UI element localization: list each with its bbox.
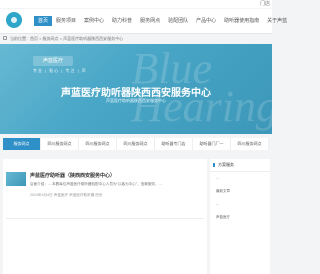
logo-icon[interactable] — [6, 12, 22, 28]
banner-tagline: 专业 | 贴心 | 专注 | 声 — [33, 68, 87, 73]
article-card[interactable]: 声蓝医疗助听器（陕西西安服务中心） 店面介绍：... 本着每位声蓝医疗助听器验配… — [30, 172, 206, 214]
sidebar-item[interactable]: 最新文章 — [210, 185, 270, 198]
nav-item-guide[interactable]: 助听器使用指南 — [220, 16, 263, 26]
divider — [6, 218, 204, 219]
article-thumbnail[interactable] — [6, 172, 26, 186]
banner-title: 声蓝医疗助听器陕西西安服务中心 — [61, 88, 211, 99]
top-bar: 门店 — [0, 0, 272, 8]
breadcrumb: 当前位置：首页 > 服务网点 > 声蓝医疗助听器陕西西安服务中心 — [0, 34, 272, 44]
category-tabs: 服务网点 四川服务网点 四川服务网点 四川服务网点 助听器专门店 助听器门厂一 … — [3, 138, 269, 150]
tab-outlets[interactable]: 服务网点 — [3, 138, 41, 150]
nav-item-products[interactable]: 产品中心 — [192, 16, 220, 26]
sidebar: 方案服务 ... 最新文章 ... 声蓝医疗 — [210, 159, 270, 274]
nav-item-home[interactable]: 首页 — [34, 16, 53, 26]
nav-item-team[interactable]: 验配团队 — [164, 16, 192, 26]
hero-banner: Blue Hearing 声蓝医疗 专业 | 贴心 | 专注 | 声 声蓝医疗助… — [0, 44, 272, 134]
article-desc: 店面介绍：... 本着每位声蓝医疗助听器验配中心人员为"以客为中心"，信赖服务，… — [30, 182, 162, 186]
home-icon[interactable] — [3, 36, 7, 40]
nav-menu: 首页 服务项目 案例中心 助力科普 服务网点 验配团队 产品中心 助听器使用指南… — [34, 16, 291, 26]
tab-factory[interactable]: 助听器门厂一 — [193, 138, 231, 150]
top-bar-text[interactable]: 门店 — [260, 0, 270, 7]
nav-item-about[interactable]: 关于声蓝 — [263, 16, 291, 26]
sidebar-item[interactable]: ... — [210, 198, 270, 211]
breadcrumb-text[interactable]: 当前位置：首页 > 服务网点 > 声蓝医疗助听器陕西西安服务中心 — [10, 36, 123, 42]
tab-sichuan-2[interactable]: 四川服务网点 — [79, 138, 117, 150]
tab-sichuan-1[interactable]: 四川服务网点 — [41, 138, 79, 150]
sidebar-item[interactable]: ... — [210, 172, 270, 185]
tab-sichuan-4[interactable]: 四川服务网点 — [231, 138, 269, 150]
main-nav: 首页 服务项目 案例中心 助力科普 服务网点 验配团队 产品中心 助听器使用指南… — [0, 9, 287, 34]
banner-subtitle: 声蓝医疗助听器陕西西安服务中心 — [106, 98, 166, 103]
tab-store[interactable]: 助听器专门店 — [155, 138, 193, 150]
nav-item-science[interactable]: 助力科普 — [108, 16, 136, 26]
article-title[interactable]: 声蓝医疗助听器（陕西西安服务中心） — [30, 172, 206, 179]
tab-sichuan-3[interactable]: 四川服务网点 — [117, 138, 155, 150]
sidebar-item[interactable]: 声蓝医疗 — [210, 211, 270, 224]
sidebar-heading: 方案服务 — [210, 159, 270, 172]
banner-logo: 声蓝医疗 — [33, 56, 73, 66]
nav-item-outlets[interactable]: 服务网点 — [136, 16, 164, 26]
article-meta: 2024年4月4日 声蓝医疗 声蓝医疗助听器 西安 — [30, 193, 103, 197]
nav-item-services[interactable]: 服务项目 — [52, 16, 80, 26]
nav-item-cases[interactable]: 案例中心 — [80, 16, 108, 26]
